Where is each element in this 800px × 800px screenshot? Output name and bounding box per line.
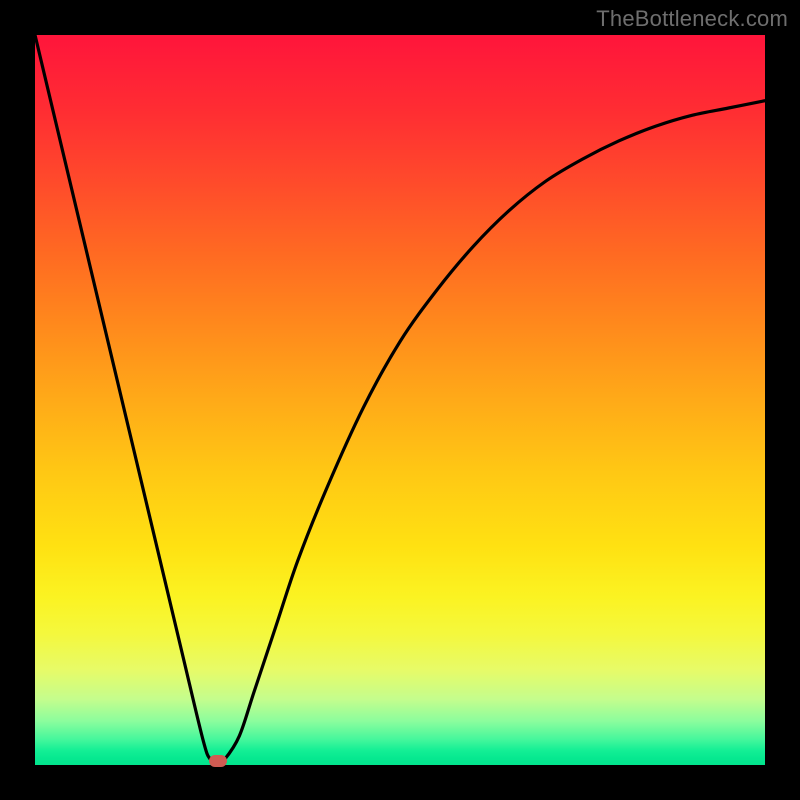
curve-svg xyxy=(35,35,765,765)
minimum-marker xyxy=(209,755,227,767)
bottleneck-curve-path xyxy=(35,35,765,763)
watermark-text: TheBottleneck.com xyxy=(596,6,788,32)
plot-area xyxy=(35,35,765,765)
chart-frame: TheBottleneck.com xyxy=(0,0,800,800)
